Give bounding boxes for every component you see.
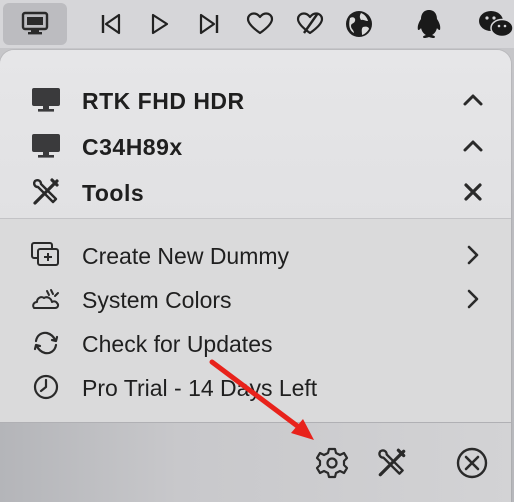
settings-button[interactable] — [312, 443, 352, 483]
chevron-right-icon — [459, 241, 487, 269]
menu-bar — [0, 0, 514, 48]
bottom-toolbar — [0, 422, 511, 502]
clock-icon — [28, 371, 64, 403]
favorite-button[interactable] — [243, 7, 277, 41]
settings-icon — [315, 447, 349, 479]
skip-forward-icon — [199, 13, 219, 35]
play-button[interactable] — [142, 7, 176, 41]
wechat-button[interactable] — [478, 7, 514, 41]
monitor-icon — [28, 84, 64, 116]
heart-icon — [246, 12, 274, 35]
tools-icon — [28, 176, 64, 208]
monitor-icon — [28, 130, 64, 162]
penguin-icon — [417, 10, 441, 38]
play-icon — [151, 13, 169, 35]
display-row-c34h89x[interactable]: C34H89x — [0, 126, 511, 166]
close-icon[interactable] — [459, 178, 487, 206]
menu-item-create-new-dummy[interactable]: Create New Dummy — [0, 235, 511, 275]
tools-label: Tools — [82, 180, 145, 206]
menu-item-pro-trial[interactable]: Pro Trial - 14 Days Left — [0, 367, 511, 407]
quit-button[interactable] — [452, 443, 492, 483]
wechat-icon — [479, 11, 514, 38]
globe-button[interactable] — [342, 7, 376, 41]
tools-button[interactable] — [372, 443, 412, 483]
globe-icon — [346, 11, 372, 37]
menu-item-check-for-updates[interactable]: Check for Updates — [0, 323, 511, 363]
display-icon — [21, 11, 49, 35]
tools-icon — [378, 448, 406, 477]
quit-icon — [456, 447, 488, 479]
display-name: C34H89x — [82, 134, 183, 160]
heart-slash-icon — [296, 12, 324, 35]
cloud-sun-icon — [28, 283, 64, 315]
chevron-up-icon[interactable] — [459, 86, 487, 114]
skip-back-icon — [101, 13, 121, 35]
tools-row[interactable]: Tools — [0, 172, 511, 212]
display-row-rtk[interactable]: RTK FHD HDR — [0, 80, 511, 120]
display-name: RTK FHD HDR — [82, 88, 245, 114]
chevron-up-icon[interactable] — [459, 132, 487, 160]
refresh-icon — [28, 327, 64, 359]
menu-item-label: System Colors — [82, 287, 232, 313]
display-menu-button[interactable] — [3, 3, 67, 45]
skip-back-button[interactable] — [94, 7, 128, 41]
unfavorite-button[interactable] — [293, 7, 327, 41]
skip-forward-button[interactable] — [192, 7, 226, 41]
qq-button[interactable] — [412, 7, 446, 41]
menu-item-label: Create New Dummy — [82, 243, 290, 269]
add-display-icon — [28, 239, 64, 271]
display-menu-panel: RTK FHD HDR C34H89x Tools Create New Dum… — [0, 50, 511, 502]
chevron-right-icon — [459, 285, 487, 313]
menu-item-label: Check for Updates — [82, 331, 273, 357]
menu-item-label: Pro Trial - 14 Days Left — [82, 375, 318, 401]
menu-item-system-colors[interactable]: System Colors — [0, 279, 511, 319]
displays-section: RTK FHD HDR C34H89x Tools — [0, 50, 511, 219]
